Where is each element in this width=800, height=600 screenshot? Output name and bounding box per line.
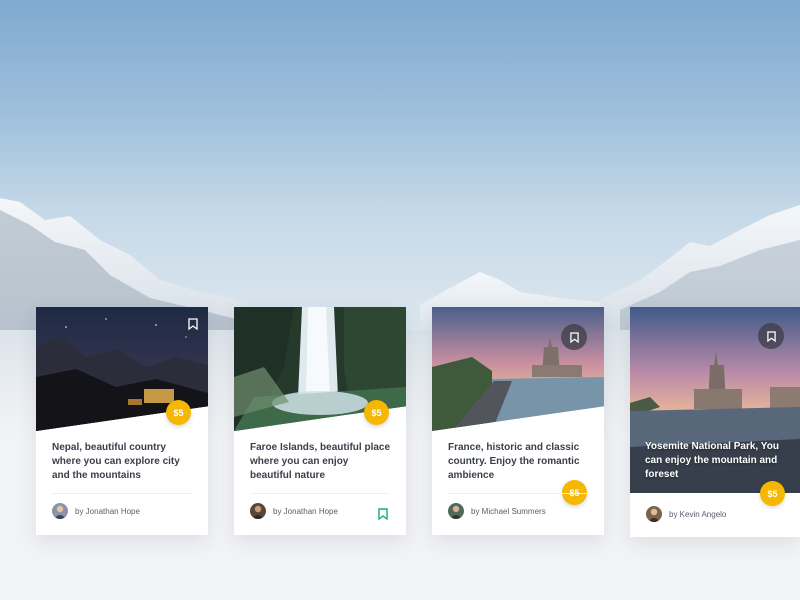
avatar xyxy=(250,503,266,519)
divider xyxy=(250,493,390,494)
price-badge: $5 xyxy=(364,400,389,425)
bookmark-icon[interactable] xyxy=(758,323,784,349)
bookmark-icon[interactable] xyxy=(561,324,587,350)
card-description: Yosemite National Park, You can enjoy th… xyxy=(645,441,779,480)
author-name: by Michael Summers xyxy=(471,506,546,516)
destination-card[interactable]: Yosemite National Park, You can enjoy th… xyxy=(630,307,800,537)
price-badge: $5 xyxy=(760,481,785,506)
card-author: by Jonathan Hope xyxy=(52,503,140,519)
card-description: Faroe Islands, beautiful place where you… xyxy=(250,442,391,481)
card-author: by Jonathan Hope xyxy=(250,503,338,519)
divider xyxy=(52,493,192,494)
divider xyxy=(448,493,588,494)
card-description: France, historic and classic country. En… xyxy=(448,442,580,481)
card-author: by Kevin Angelo xyxy=(646,506,726,522)
author-name: by Kevin Angelo xyxy=(669,509,727,519)
bookmark-outline-icon[interactable] xyxy=(186,316,200,332)
price-badge: $5 xyxy=(166,400,191,425)
destination-card[interactable]: $5 France, historic and classic country.… xyxy=(432,307,604,535)
destination-card[interactable]: $5 Faroe Islands, beautiful place where … xyxy=(234,307,406,535)
author-name: by Jonathan Hope xyxy=(273,506,338,516)
destination-card[interactable]: $5 Nepal, beautiful country where you ca… xyxy=(36,307,208,535)
card-description: Nepal, beautiful country where you can e… xyxy=(52,442,180,481)
avatar xyxy=(52,503,68,519)
bookmark-saved-icon[interactable] xyxy=(378,507,388,521)
avatar xyxy=(448,503,464,519)
author-name: by Jonathan Hope xyxy=(75,506,140,516)
avatar xyxy=(646,506,662,522)
card-author: by Michael Summers xyxy=(448,503,546,519)
